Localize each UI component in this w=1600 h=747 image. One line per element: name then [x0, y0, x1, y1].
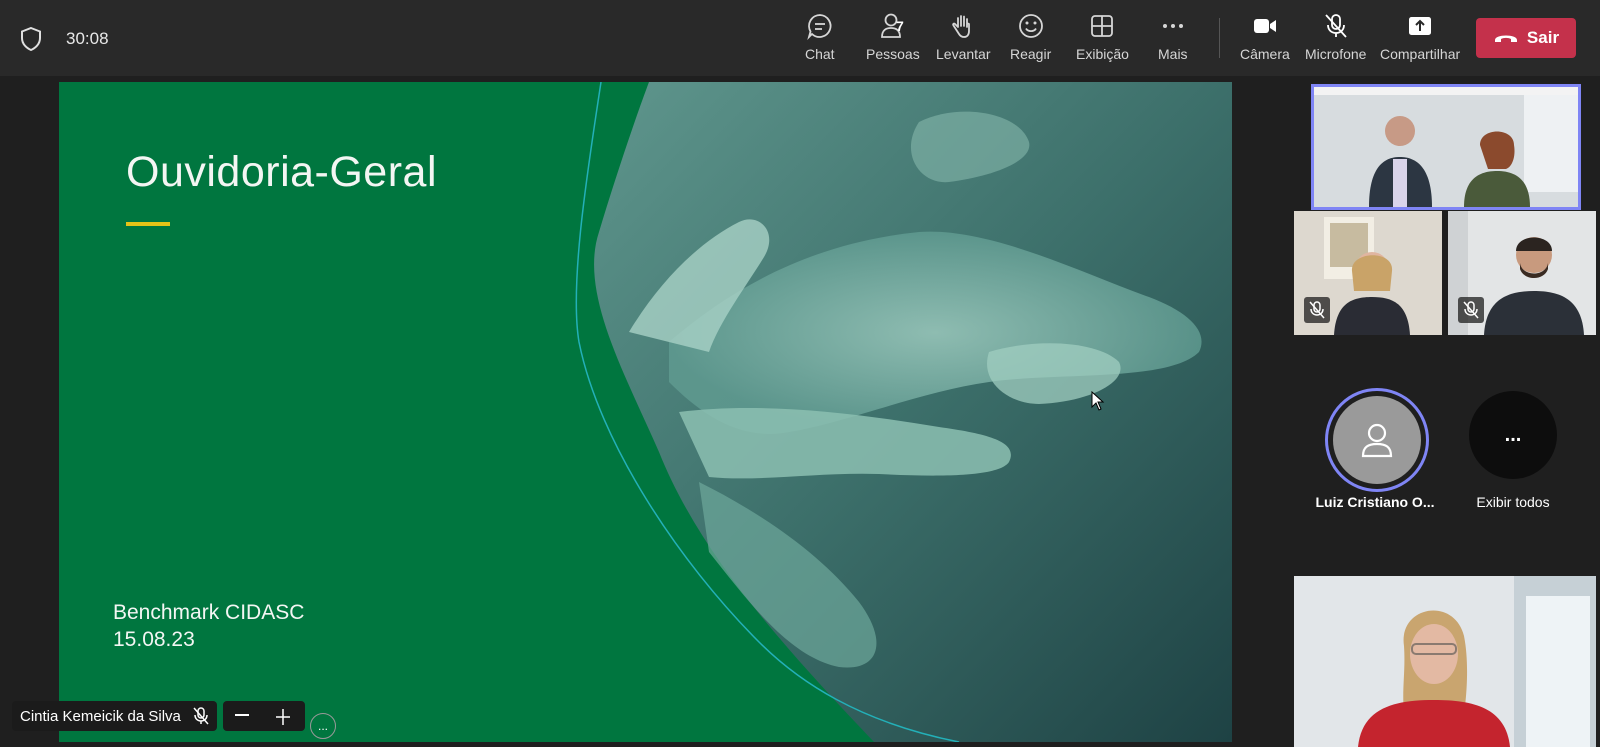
video-camera-icon: [1253, 19, 1276, 33]
grid-layout-icon: [1091, 15, 1114, 37]
participant-video-tile[interactable]: [1294, 211, 1442, 335]
mic-label: Microfone: [1305, 46, 1367, 62]
react-button[interactable]: Reagir: [1010, 12, 1051, 68]
avatar: [1333, 396, 1421, 484]
person-icon: [1361, 423, 1393, 458]
hand-icon: [952, 15, 971, 38]
camera-label: Câmera: [1240, 46, 1290, 62]
people-count: 7: [896, 18, 904, 34]
share-label: Compartilhar: [1380, 46, 1461, 62]
show-all-label[interactable]: Exibir todos: [1443, 494, 1583, 510]
chat-button[interactable]: Chat: [805, 12, 835, 68]
leave-button[interactable]: Sair: [1476, 18, 1576, 58]
slide-subtitle: Benchmark CIDASC 15.08.23: [113, 599, 304, 653]
react-label: Reagir: [1010, 46, 1052, 62]
hang-up-icon: [1494, 35, 1517, 42]
share-button[interactable]: Compartilhar: [1380, 12, 1460, 68]
presenter-mini-controls: [223, 701, 305, 731]
view-button[interactable]: Exibição: [1076, 12, 1129, 68]
presenter-name-tag: Cintia Kemeicik da Silva: [12, 701, 217, 731]
raise-hand-label: Levantar: [936, 46, 991, 62]
pin-icon[interactable]: [273, 707, 293, 727]
participant-video: [1314, 87, 1578, 207]
participant-video-tile[interactable]: [1294, 576, 1596, 747]
chat-label: Chat: [805, 46, 835, 62]
more-dots-icon: [1162, 24, 1183, 28]
leave-label: Sair: [1526, 28, 1560, 47]
mic-button[interactable]: Microfone: [1305, 12, 1366, 68]
mouse-cursor-icon: [1091, 391, 1105, 411]
more-label: Mais: [1158, 46, 1188, 62]
meeting-toolbar: 30:08 Chat 7 Pessoas Levantar Reagir Exi…: [0, 0, 1600, 76]
mic-off-icon: [193, 707, 209, 725]
camera-button[interactable]: Câmera: [1240, 12, 1290, 68]
slide-accent-bar: [126, 222, 170, 226]
people-button[interactable]: 7 Pessoas: [866, 12, 920, 68]
mic-off-icon: [1325, 14, 1347, 38]
smile-icon: [1018, 14, 1043, 38]
participant-video: [1294, 576, 1596, 747]
tile-more-options[interactable]: ...: [310, 713, 336, 739]
shield-icon[interactable]: [20, 27, 42, 51]
toolbar-divider: [1219, 18, 1220, 58]
muted-indicator: [1458, 297, 1484, 323]
participant-video-tile[interactable]: [1311, 84, 1581, 210]
meeting-timer: 30:08: [66, 29, 109, 48]
show-all-participants-button[interactable]: ...: [1469, 391, 1557, 479]
participant-avatar-tile[interactable]: [1325, 388, 1429, 492]
slide-subtitle-line1: Benchmark CIDASC: [113, 601, 305, 624]
slide-title: Ouvidoria-Geral: [126, 148, 437, 196]
share-screen-icon: [1409, 17, 1432, 35]
mic-off-icon: [1463, 301, 1479, 319]
raise-hand-button[interactable]: Levantar: [936, 12, 990, 68]
show-all-text: Exibir todos: [1476, 494, 1550, 510]
presenter-name: Cintia Kemeicik da Silva: [20, 707, 181, 725]
muted-indicator: [1304, 297, 1330, 323]
people-label: Pessoas: [866, 46, 920, 62]
slide-date: 15.08.23: [113, 628, 195, 651]
shared-screen: Ouvidoria-Geral Benchmark CIDASC 15.08.2…: [59, 82, 1232, 742]
participant-name: Luiz Cristiano O...: [1315, 494, 1435, 510]
mic-off-icon: [1309, 301, 1325, 319]
show-all-dots: ...: [1504, 423, 1522, 446]
tile-more-options-glyph: ...: [317, 719, 328, 733]
minimize-icon[interactable]: [235, 714, 249, 718]
participant-video-tile[interactable]: [1448, 211, 1596, 335]
more-button[interactable]: Mais: [1158, 12, 1188, 68]
view-label: Exibição: [1076, 46, 1129, 62]
chat-icon: [807, 14, 832, 40]
